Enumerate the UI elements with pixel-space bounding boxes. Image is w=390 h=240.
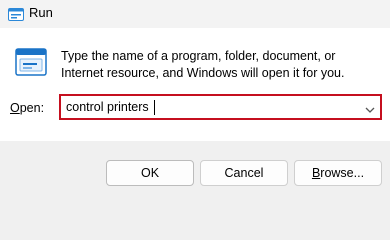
dialog-description: Type the name of a program, folder, docu…: [61, 49, 345, 80]
run-dialog: Run Type the name of a program, folder, …: [0, 0, 390, 200]
window-title: Run: [29, 5, 53, 20]
open-label-accelerator: O: [10, 101, 20, 115]
dialog-body: Type the name of a program, folder, docu…: [0, 28, 390, 141]
browse-button[interactable]: Browse...: [294, 160, 382, 186]
open-label: Open:: [10, 100, 44, 117]
browse-label: rowse...: [320, 166, 365, 180]
cancel-button[interactable]: Cancel: [200, 160, 288, 186]
open-combobox[interactable]: control printers: [59, 94, 382, 120]
ok-button[interactable]: OK: [106, 160, 194, 186]
title-bar: Run: [0, 0, 390, 28]
run-window-icon: [8, 8, 24, 21]
open-input[interactable]: control printers: [66, 99, 149, 116]
text-caret: [154, 100, 155, 115]
open-label-text: pen:: [19, 101, 45, 115]
chevron-down-icon[interactable]: [364, 102, 376, 113]
run-icon: [15, 48, 47, 76]
